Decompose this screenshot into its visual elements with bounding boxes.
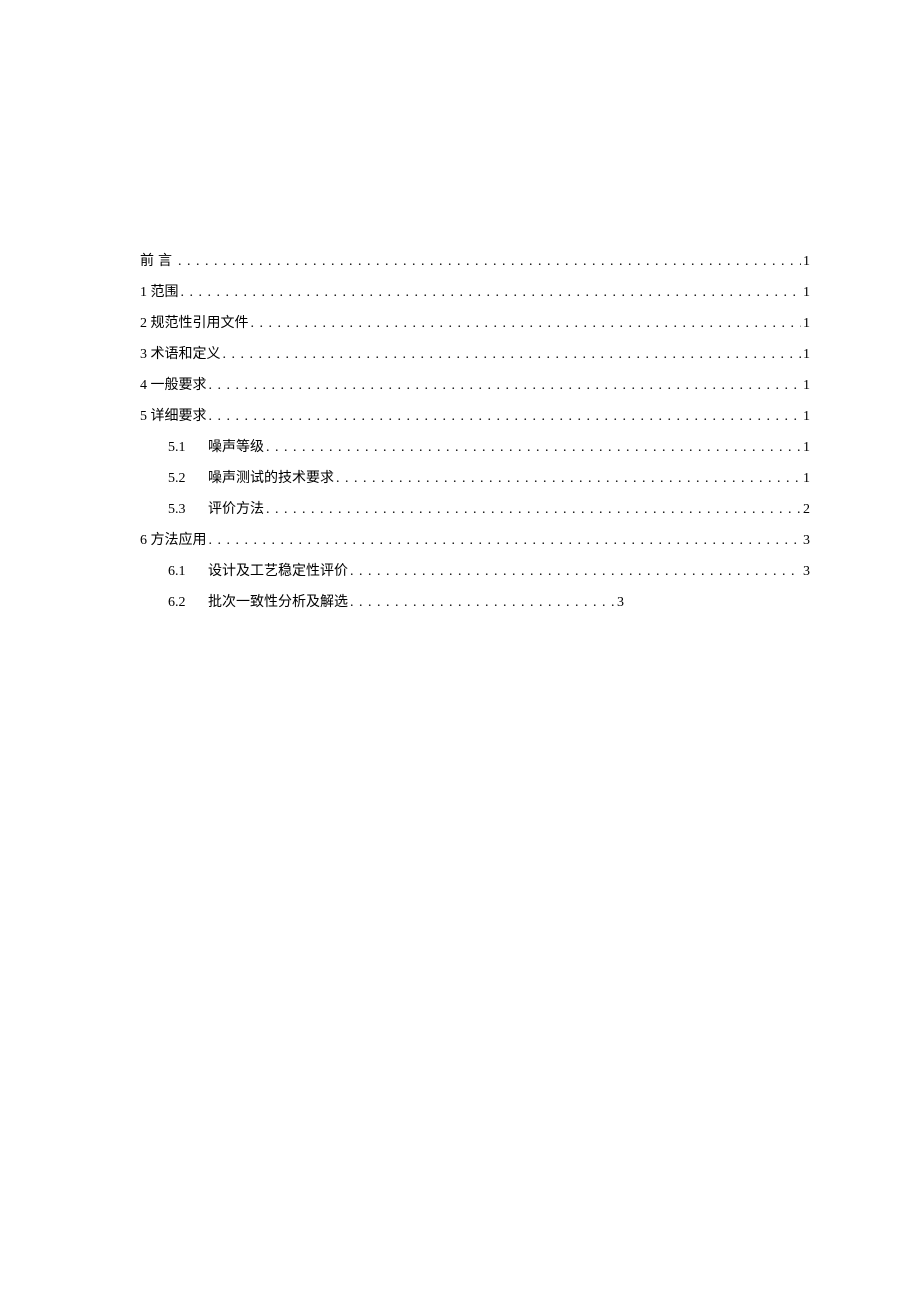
toc-entry: 5 详细要求 1 — [140, 405, 810, 425]
toc-label: 评价方法 — [208, 498, 264, 518]
toc-section-number: 5.1 — [168, 440, 208, 456]
toc-page-number: 1 — [803, 254, 810, 270]
toc-leader-dots — [209, 409, 802, 425]
toc-leader-dots — [223, 347, 802, 363]
toc-label: 2 规范性引用文件 — [140, 312, 249, 332]
toc-sub-entry: 5.1 噪声等级 1 — [140, 436, 810, 456]
toc-page-number: 1 — [803, 285, 810, 301]
toc-section-number: 5.3 — [168, 502, 208, 518]
toc-entry: 前言 1 — [140, 250, 810, 270]
toc-label: 设计及工艺稳定性评价 — [208, 560, 348, 580]
toc-leader-dots — [350, 595, 615, 611]
toc-entry: 3 术语和定义 1 — [140, 343, 810, 363]
toc-label: 批次一致性分析及解选 — [208, 591, 348, 611]
toc-page-number: 1 — [803, 440, 810, 456]
toc-leader-dots — [266, 440, 801, 456]
toc-label: 噪声测试的技术要求 — [208, 467, 334, 487]
toc-sub-entry: 5.3 评价方法 2 — [140, 498, 810, 518]
toc-label: 5 详细要求 — [140, 405, 207, 425]
toc-page-number: 1 — [803, 409, 810, 425]
toc-section-number: 6.2 — [168, 595, 208, 611]
toc-label: 4 一般要求 — [140, 374, 207, 394]
toc-entry: 4 一般要求 1 — [140, 374, 810, 394]
toc-entry: 1 范围 1 — [140, 281, 810, 301]
toc-leader-dots — [178, 254, 801, 270]
toc-page-number: 1 — [803, 378, 810, 394]
toc-page-number: 1 — [803, 347, 810, 363]
toc-label: 噪声等级 — [208, 436, 264, 456]
toc-leader-dots — [209, 533, 802, 549]
toc-section-number: 6.1 — [168, 564, 208, 580]
toc-page-number: 1 — [803, 316, 810, 332]
toc-page-number: 1 — [803, 471, 810, 487]
toc-leader-dots — [251, 316, 802, 332]
toc-leader-dots — [350, 564, 801, 580]
toc-sub-entry: 5.2 噪声测试的技术要求 1 — [140, 467, 810, 487]
toc-label: 3 术语和定义 — [140, 343, 221, 363]
toc-sub-entry: 6.2 批次一致性分析及解选 3 — [140, 591, 810, 611]
toc-page-number: 3 — [803, 564, 810, 580]
toc-page-number: 3 — [617, 595, 624, 611]
toc-leader-dots — [209, 378, 802, 394]
toc-label: 前言 — [140, 250, 176, 270]
toc-label: 6 方法应用 — [140, 529, 207, 549]
toc-leader-dots — [336, 471, 801, 487]
toc-page-number: 3 — [803, 533, 810, 549]
toc-leader-dots — [181, 285, 802, 301]
toc-label: 1 范围 — [140, 281, 179, 301]
toc-entry: 6 方法应用 3 — [140, 529, 810, 549]
table-of-contents: 前言 1 1 范围 1 2 规范性引用文件 1 3 术语和定义 1 4 一般要求… — [140, 250, 810, 611]
toc-page-number: 2 — [803, 502, 810, 518]
toc-sub-entry: 6.1 设计及工艺稳定性评价 3 — [140, 560, 810, 580]
toc-entry: 2 规范性引用文件 1 — [140, 312, 810, 332]
toc-section-number: 5.2 — [168, 471, 208, 487]
toc-leader-dots — [266, 502, 801, 518]
